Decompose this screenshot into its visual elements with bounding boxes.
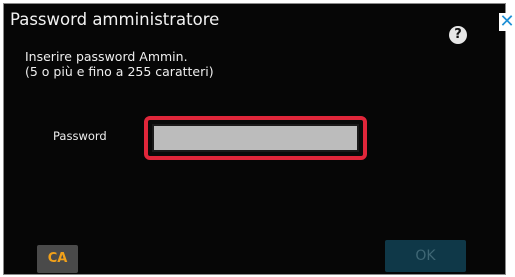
password-input[interactable]	[152, 124, 359, 152]
clear-all-button[interactable]: CA	[37, 245, 78, 273]
close-glyph: ✕	[499, 11, 515, 32]
instruction-text: Inserire password Ammin. (5 o più e fino…	[25, 49, 214, 79]
password-field-highlight[interactable]	[144, 116, 367, 160]
admin-password-dialog: Password amministratore ? Inserire passw…	[3, 3, 506, 275]
password-label: Password	[53, 129, 107, 143]
ok-button[interactable]: OK	[385, 240, 466, 272]
help-icon[interactable]: ?	[449, 26, 467, 44]
instruction-line-2: (5 o più e fino a 255 caratteri)	[25, 64, 214, 79]
help-glyph: ?	[454, 27, 462, 42]
close-icon[interactable]: ✕	[499, 13, 515, 31]
instruction-line-1: Inserire password Ammin.	[25, 49, 188, 64]
dialog-title: Password amministratore	[10, 10, 220, 29]
